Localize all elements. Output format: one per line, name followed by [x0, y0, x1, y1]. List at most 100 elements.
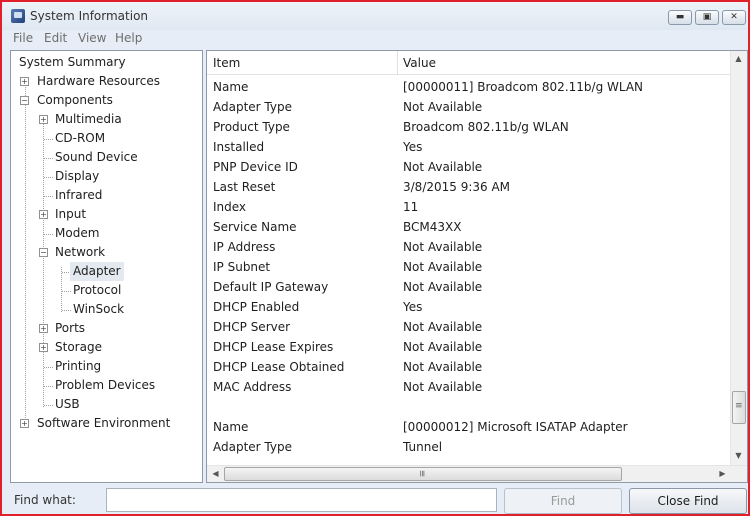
table-row[interactable]: MAC Address Not Available: [207, 377, 735, 397]
tree-connector: [44, 234, 53, 235]
expand-icon[interactable]: +: [20, 77, 29, 86]
vertical-scrollbar[interactable]: ▲ ≡ ▼: [730, 51, 747, 465]
horizontal-scroll-thumb[interactable]: ≡: [224, 467, 622, 481]
table-row[interactable]: Product Type Broadcom 802.11b/g WLAN: [207, 117, 735, 137]
menu-file[interactable]: File: [13, 31, 33, 45]
table-row[interactable]: DHCP Enabled Yes: [207, 297, 735, 317]
item-cell: Name: [213, 80, 249, 94]
minimize-button[interactable]: ▬: [668, 10, 692, 25]
item-cell: Default IP Gateway: [213, 280, 329, 294]
expand-icon[interactable]: +: [39, 343, 48, 352]
collapse-icon[interactable]: −: [39, 248, 48, 257]
tree-connector: [44, 158, 53, 159]
tree-connector: [44, 386, 53, 387]
table-row[interactable]: Installed Yes: [207, 137, 735, 157]
table-row[interactable]: DHCP Lease Expires Not Available: [207, 337, 735, 357]
table-row[interactable]: Name [00000012] Microsoft ISATAP Adapter: [207, 417, 735, 437]
tree-item-label: Infrared: [55, 188, 103, 202]
tree-item-label: Hardware Resources: [37, 74, 161, 88]
expand-icon[interactable]: +: [39, 210, 48, 219]
tree-item-label: Ports: [55, 321, 86, 335]
tree-connector: [62, 310, 71, 311]
value-cell: 11: [403, 200, 419, 214]
expand-icon[interactable]: +: [39, 115, 48, 124]
item-cell: DHCP Enabled: [213, 300, 300, 314]
column-header-item[interactable]: Item: [213, 56, 240, 70]
table-row[interactable]: Service Name BCM43XX: [207, 217, 735, 237]
category-tree[interactable]: System Summary + Hardware Resources − Co…: [10, 50, 203, 483]
table-row[interactable]: DHCP Server Not Available: [207, 317, 735, 337]
vertical-scroll-thumb[interactable]: ≡: [732, 391, 746, 424]
find-button[interactable]: Find: [504, 488, 622, 514]
collapse-icon[interactable]: −: [20, 96, 29, 105]
details-list[interactable]: Item Value Name [00000011] Broadcom 802.1…: [206, 50, 748, 483]
tree-item-label: Adapter: [70, 262, 124, 281]
menu-help[interactable]: Help: [115, 31, 142, 45]
tree-item-label: Problem Devices: [55, 378, 156, 392]
maximize-button[interactable]: ▣: [695, 10, 719, 25]
table-row[interactable]: Name [00000011] Broadcom 802.11b/g WLAN: [207, 77, 735, 97]
tree-item-label: USB: [55, 397, 80, 411]
menu-bar: File Edit View Help: [2, 30, 748, 48]
item-cell: PNP Device ID: [213, 160, 298, 174]
item-cell: Service Name: [213, 220, 297, 234]
value-cell: Not Available: [403, 280, 483, 294]
menu-view[interactable]: View: [78, 31, 106, 45]
table-row[interactable]: Adapter Type Tunnel: [207, 437, 735, 457]
close-button[interactable]: ✕: [722, 10, 746, 25]
value-cell: 3/8/2015 9:36 AM: [403, 180, 511, 194]
tree-item-label: Modem: [55, 226, 100, 240]
item-cell: Adapter Type: [213, 100, 292, 114]
tree-item-label: Input: [55, 207, 87, 221]
item-cell: Name: [213, 420, 249, 434]
value-cell: BCM43XX: [403, 220, 462, 234]
grip-icon: ≡: [416, 469, 427, 477]
value-cell: [00000012] Microsoft ISATAP Adapter: [403, 420, 628, 434]
tree-item-label: CD-ROM: [55, 131, 106, 145]
scroll-right-arrow-icon[interactable]: ▶: [715, 469, 730, 478]
tree-connector: [44, 367, 53, 368]
item-cell: Index: [213, 200, 247, 214]
find-bar: Find what: Find Close Find: [2, 485, 748, 516]
column-header-value[interactable]: Value: [403, 56, 436, 70]
expand-icon[interactable]: +: [39, 324, 48, 333]
scroll-down-arrow-icon[interactable]: ▼: [731, 451, 746, 460]
value-cell: Tunnel: [403, 440, 443, 454]
tree-item-label: Printing: [55, 359, 102, 373]
table-row[interactable]: [207, 397, 735, 417]
value-cell: Yes: [403, 140, 423, 154]
tree-item-label: Components: [37, 93, 113, 107]
tree-connector: [44, 139, 53, 140]
table-row[interactable]: IP Subnet Not Available: [207, 257, 735, 277]
item-cell: DHCP Server: [213, 320, 291, 334]
tree-item-label: Storage: [55, 340, 102, 354]
value-cell: Not Available: [403, 380, 483, 394]
item-cell: MAC Address: [213, 380, 292, 394]
close-find-button[interactable]: Close Find: [629, 488, 747, 514]
scroll-left-arrow-icon[interactable]: ◀: [208, 469, 223, 478]
expand-icon[interactable]: +: [20, 419, 29, 428]
system-information-window: System Information ▬ ▣ ✕ File Edit View …: [0, 0, 750, 516]
system-information-icon: [11, 9, 25, 23]
column-divider[interactable]: [397, 51, 398, 75]
table-row[interactable]: Index 11: [207, 197, 735, 217]
scroll-up-arrow-icon[interactable]: ▲: [731, 54, 746, 63]
table-row[interactable]: Last Reset 3/8/2015 9:36 AM: [207, 177, 735, 197]
table-row[interactable]: IP Address Not Available: [207, 237, 735, 257]
tree-connector: [44, 177, 53, 178]
find-what-input[interactable]: [106, 488, 497, 512]
item-cell: IP Address: [213, 240, 276, 254]
table-row[interactable]: PNP Device ID Not Available: [207, 157, 735, 177]
horizontal-scrollbar[interactable]: ◀ ≡ ▶: [207, 465, 747, 482]
tree-item-label: Network: [55, 245, 106, 259]
table-row[interactable]: Default IP Gateway Not Available: [207, 277, 735, 297]
table-row[interactable]: DHCP Lease Obtained Not Available: [207, 357, 735, 377]
table-row[interactable]: Adapter Type Not Available: [207, 97, 735, 117]
value-cell: Not Available: [403, 320, 483, 334]
menu-edit[interactable]: Edit: [44, 31, 67, 45]
value-cell: Yes: [403, 300, 423, 314]
item-cell: DHCP Lease Expires: [213, 340, 334, 354]
title-bar[interactable]: System Information ▬ ▣ ✕: [2, 2, 748, 30]
value-cell: Not Available: [403, 100, 483, 114]
window-title: System Information: [30, 9, 149, 23]
